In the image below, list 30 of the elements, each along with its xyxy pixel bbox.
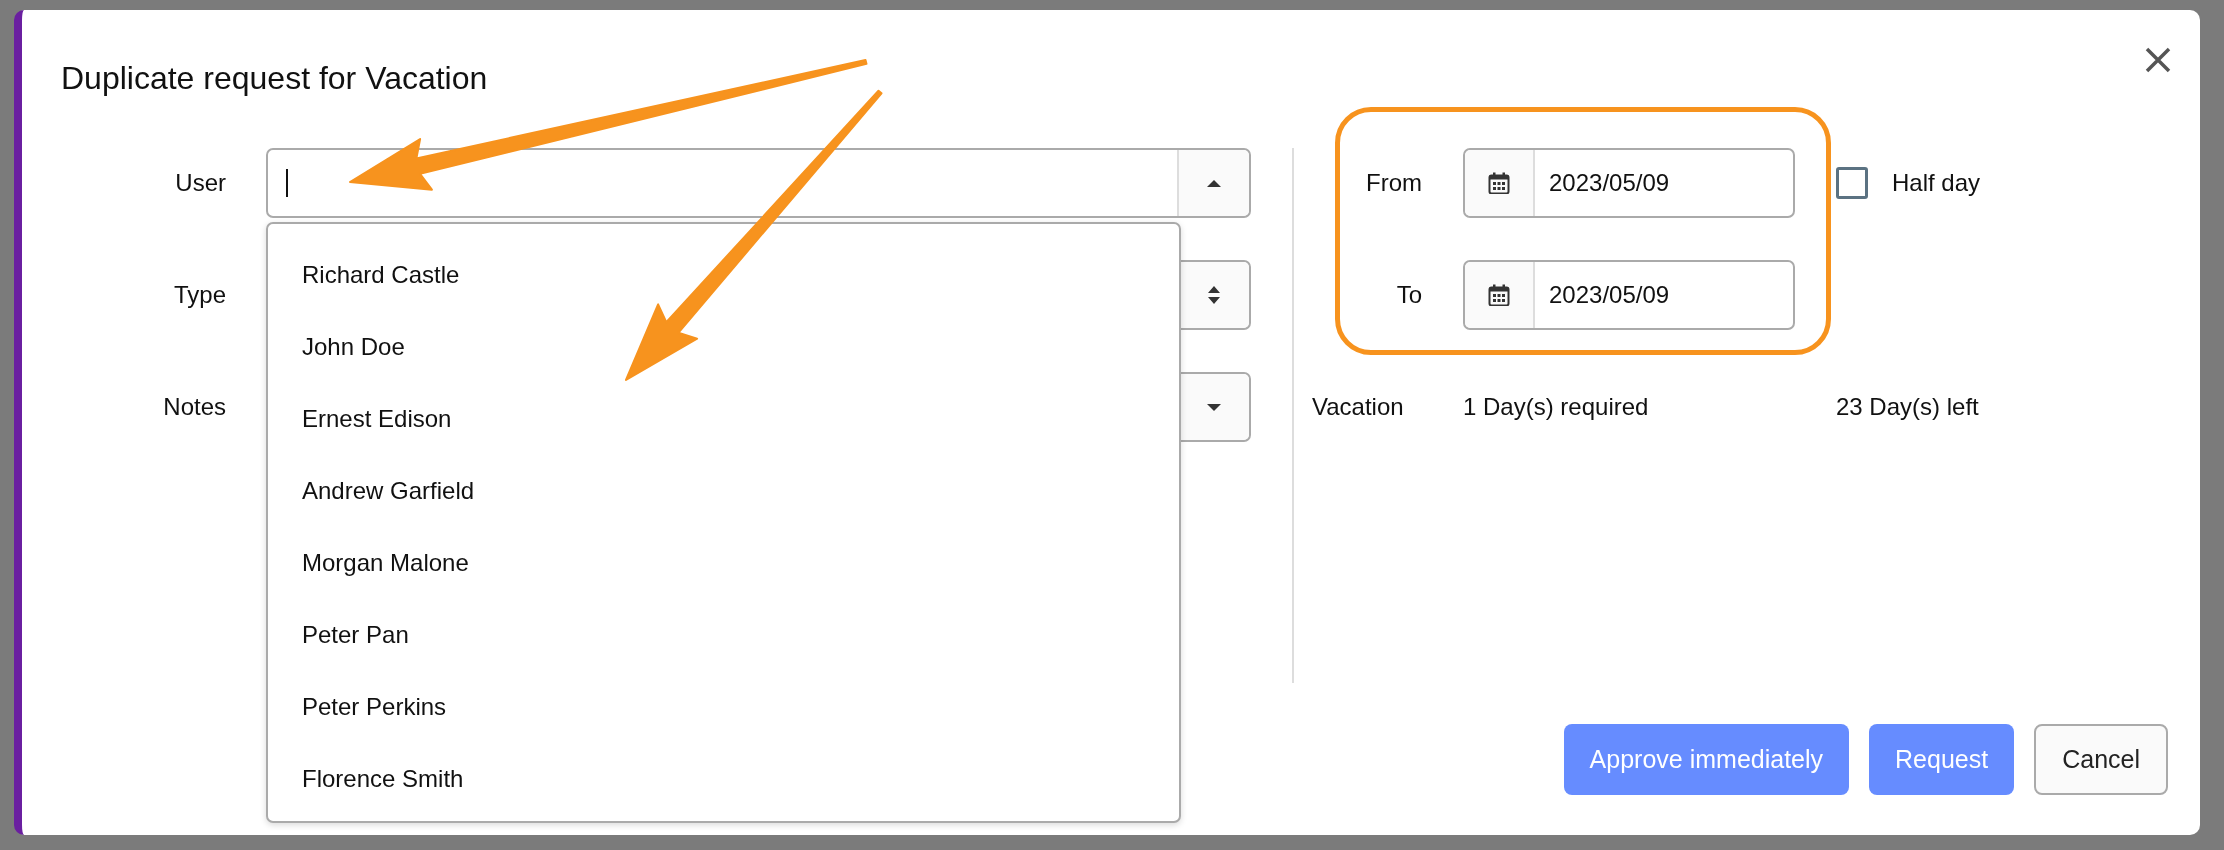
calendar-icon: [1488, 284, 1510, 306]
days-required: 1 Day(s) required: [1463, 393, 1649, 421]
dropdown-option[interactable]: Andrew Garfield: [302, 477, 475, 505]
cancel-button[interactable]: Cancel: [2034, 724, 2168, 795]
caret-icon: [1207, 403, 1221, 411]
half-day-checkbox[interactable]: [1836, 167, 1868, 199]
calendar-icon: [1488, 172, 1510, 194]
user-label: User: [175, 169, 226, 197]
dropdown-option[interactable]: Richard Castle: [302, 261, 460, 289]
days-left: 23 Day(s) left: [1836, 393, 1979, 421]
date-field[interactable]: 2023/05/09: [1463, 260, 1795, 330]
dropdown-option[interactable]: Peter Pan: [302, 621, 409, 649]
date-field[interactable]: 2023/05/09: [1463, 148, 1795, 218]
dropdown-option[interactable]: Peter Perkins: [302, 693, 447, 721]
checkbox-label: Half day: [1892, 169, 1981, 197]
dropdown-option[interactable]: John Doe: [302, 333, 405, 361]
spinner-icon: [1208, 286, 1220, 304]
dropdown-option[interactable]: Morgan Malone: [302, 549, 469, 577]
date-label: To: [1396, 281, 1422, 309]
dialog-title: Duplicate request for Vacation: [61, 60, 488, 96]
user-field[interactable]: [266, 148, 1251, 218]
notes-label: Notes: [163, 393, 226, 421]
leave-type: Vacation: [1312, 393, 1404, 421]
dropdown-option[interactable]: Ernest Edison: [302, 405, 452, 433]
date-label: From: [1366, 169, 1422, 197]
close-icon[interactable]: [2144, 46, 2172, 74]
type-label: Type: [173, 281, 226, 309]
dropdown-option[interactable]: Florence Smith: [302, 765, 464, 793]
text-cursor: [286, 169, 288, 197]
caret-icon: [1207, 179, 1221, 187]
